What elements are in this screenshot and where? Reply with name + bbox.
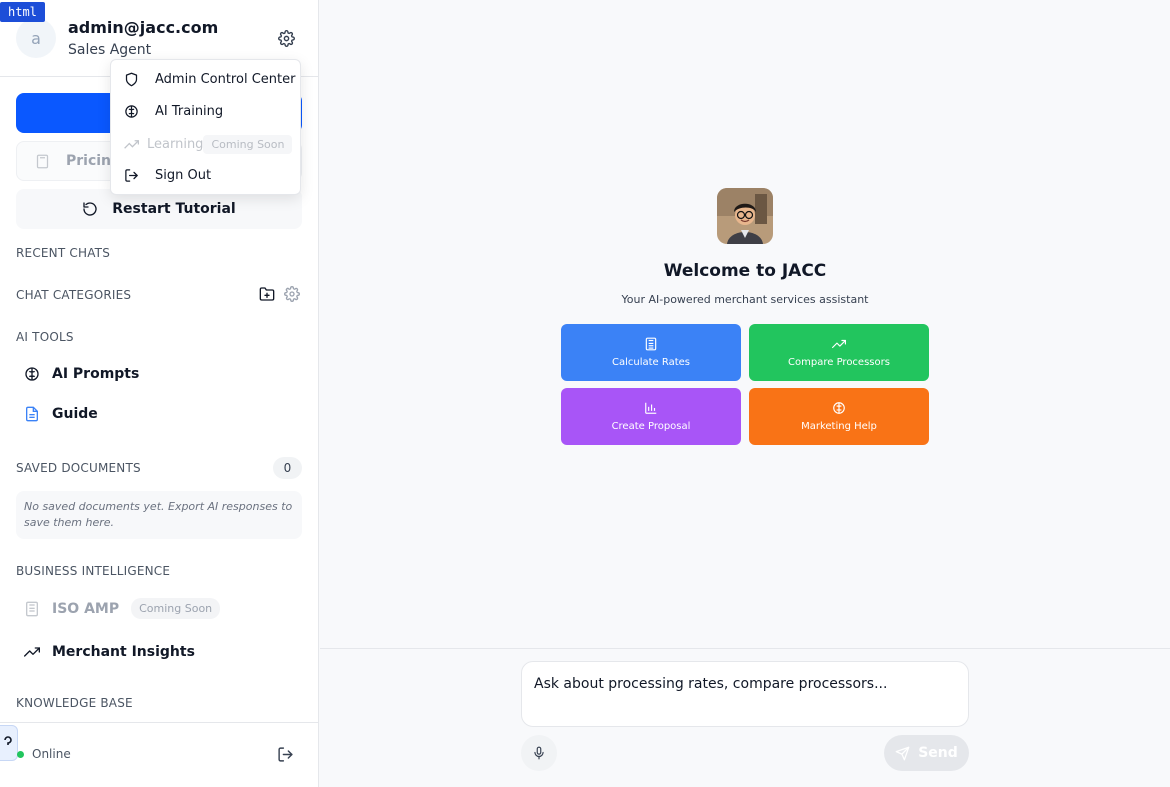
business-intelligence-heading: BUSINESS INTELLIGENCE	[16, 564, 171, 578]
quick-action-label: Create Proposal	[611, 421, 691, 432]
message-composer[interactable]	[521, 661, 969, 727]
saved-documents-count: 0	[273, 457, 302, 479]
saved-documents-heading[interactable]: SAVED DOCUMENTS	[16, 461, 141, 475]
document-icon	[26, 406, 38, 422]
sidebar-item-ai-prompts[interactable]: AI Prompts	[24, 366, 139, 382]
trending-up-icon	[24, 647, 40, 657]
quick-action-label: Compare Processors	[788, 357, 890, 368]
calculator-icon	[26, 601, 38, 616]
profile-dropdown-menu: Admin Control Center AI Training Learnin…	[110, 59, 301, 195]
trending-up-icon	[123, 140, 139, 149]
marketing-help-button[interactable]: Marketing Help	[749, 388, 929, 445]
chat-categories-heading[interactable]: CHAT CATEGORIES	[16, 288, 131, 302]
help-tab[interactable]	[0, 725, 18, 761]
calculate-rates-button[interactable]: Calculate Rates	[561, 324, 741, 381]
ai-tools-heading: AI TOOLS	[16, 330, 74, 344]
calculator-icon	[36, 154, 49, 168]
calculator-icon	[645, 337, 657, 351]
brain-icon	[833, 402, 845, 414]
menu-item-label: Sign Out	[155, 167, 212, 183]
html-tag-label: html	[0, 2, 45, 22]
menu-item-label: Admin Control Center	[155, 71, 296, 87]
settings-button[interactable]	[276, 28, 296, 48]
sidebar-item-label: Guide	[52, 406, 98, 422]
message-input[interactable]	[534, 676, 954, 692]
sidebar-item-merchant-insights[interactable]: Merchant Insights	[24, 644, 195, 660]
folder-plus-icon[interactable]	[258, 286, 276, 302]
menu-item-label: AI Training	[155, 103, 224, 119]
sidebar-item-label: AI Prompts	[52, 366, 140, 382]
chat-categories-actions	[258, 286, 300, 302]
knowledge-base-heading[interactable]: KNOWLEDGE BASE	[16, 696, 133, 710]
recent-chats-heading[interactable]: RECENT CHATS	[16, 246, 110, 260]
sidebar-item-guide[interactable]: Guide	[24, 406, 98, 422]
composer-divider	[320, 648, 1170, 649]
main-content: Welcome to JACC Your AI-powered merchant…	[320, 0, 1170, 787]
menu-item-label: Learning	[147, 137, 204, 152]
brain-icon	[124, 104, 138, 118]
assistant-avatar	[717, 188, 773, 244]
create-proposal-button[interactable]: Create Proposal	[561, 388, 741, 445]
profile-email: admin@jacc.com	[68, 18, 219, 37]
logout-button[interactable]	[277, 746, 294, 767]
restart-tutorial-button[interactable]: Restart Tutorial	[16, 189, 302, 229]
send-icon	[895, 746, 910, 760]
menu-item-admin-control-center[interactable]: Admin Control Center	[123, 71, 295, 87]
microphone-button[interactable]	[521, 735, 557, 771]
gear-icon	[277, 29, 295, 47]
bar-chart-icon	[645, 402, 657, 414]
send-button[interactable]: Send	[884, 735, 969, 771]
menu-item-ai-training[interactable]: AI Training	[123, 103, 223, 119]
sidebar-item-iso-amp: ISO AMP Coming Soon	[24, 598, 221, 619]
coming-soon-badge: Coming Soon	[203, 135, 293, 154]
sidebar-item-label: ISO AMP	[52, 600, 120, 617]
help-circle-icon	[4, 736, 12, 745]
microphone-icon	[534, 746, 544, 760]
saved-documents-empty: No saved documents yet. Export AI respon…	[16, 491, 302, 539]
rotate-ccw-icon	[83, 202, 97, 216]
log-out-icon	[124, 168, 138, 182]
quick-action-label: Calculate Rates	[611, 357, 691, 368]
send-label: Send	[918, 745, 958, 761]
welcome-title: Welcome to JACC	[663, 261, 827, 281]
menu-item-sign-out[interactable]: Sign Out	[123, 167, 211, 183]
profile-role: Sales Agent	[68, 42, 152, 58]
online-status-dot	[17, 751, 24, 758]
brain-icon	[25, 367, 39, 381]
restart-tutorial-label: Restart Tutorial	[112, 201, 236, 217]
trending-up-icon	[832, 339, 846, 349]
quick-action-label: Marketing Help	[801, 421, 877, 432]
compare-processors-button[interactable]: Compare Processors	[749, 324, 929, 381]
avatar[interactable]: a	[16, 18, 56, 58]
welcome-tagline: Your AI-powered merchant services assist…	[621, 293, 869, 306]
menu-item-learning: Learning Coming Soon	[123, 135, 293, 154]
shield-icon	[125, 72, 137, 86]
gear-icon[interactable]	[284, 286, 300, 302]
coming-soon-badge: Coming Soon	[131, 598, 221, 619]
sidebar-item-label: Merchant Insights	[52, 644, 195, 660]
log-out-icon	[278, 747, 293, 762]
online-status-label: Online	[32, 747, 71, 761]
